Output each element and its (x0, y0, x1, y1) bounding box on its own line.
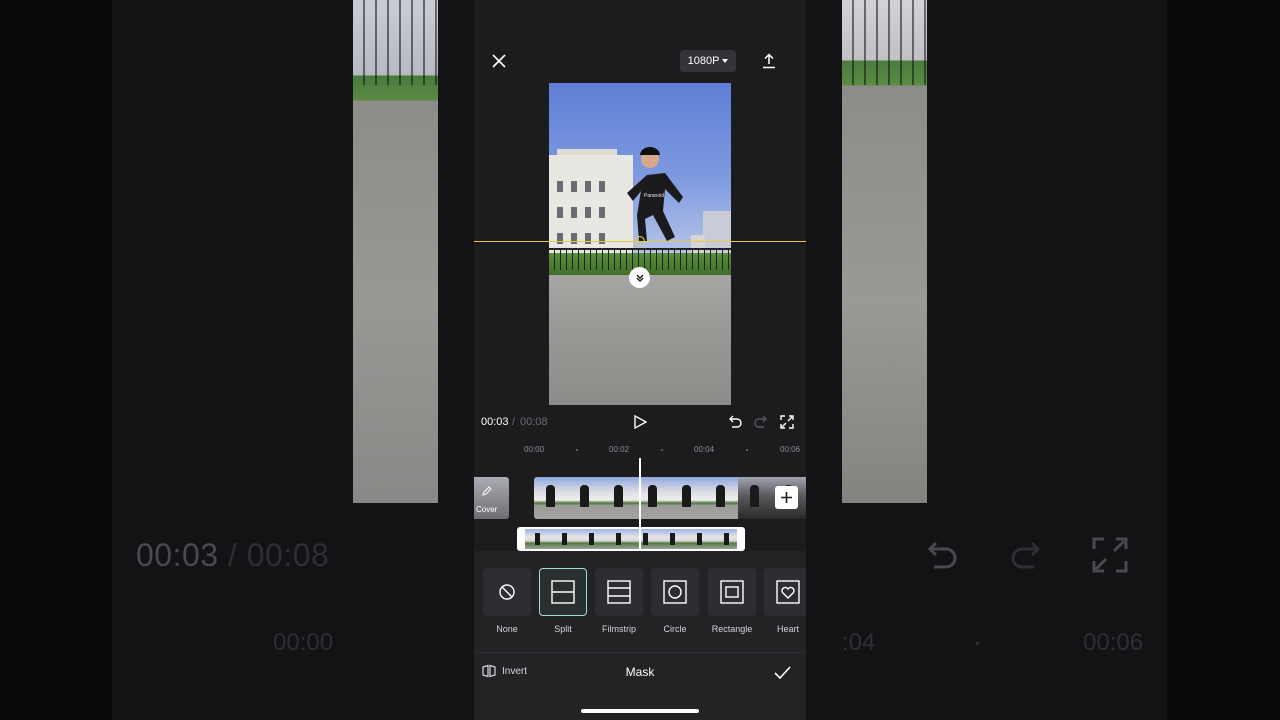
circle-icon (663, 580, 687, 604)
clip-frame (636, 477, 670, 519)
timeline-tick: 00:00 (524, 445, 545, 454)
confirm-button[interactable] (772, 663, 792, 683)
preview-person: Paranoid (627, 147, 683, 241)
clip-frame (704, 477, 738, 519)
video-clip-track[interactable] (534, 477, 806, 519)
mask-rotate-handle[interactable] (634, 236, 645, 247)
backdrop-time: 00:03 / 00:08 (136, 537, 330, 573)
pencil-icon (482, 486, 492, 496)
timeline-dot (661, 449, 663, 451)
backdrop-tick: 00:06 (1083, 629, 1144, 656)
playhead[interactable] (639, 458, 641, 553)
clip-frame (568, 477, 602, 519)
undo-icon (729, 415, 742, 428)
backdrop-redo-icon (1011, 541, 1041, 569)
mask-option-heart[interactable]: Heart (764, 568, 806, 634)
redo-button[interactable] (753, 414, 769, 430)
checkmark-icon (774, 666, 791, 680)
clip-frame (602, 477, 636, 519)
total-time: 00:08 (520, 416, 548, 428)
backdrop-tick: 00:00 (273, 629, 334, 656)
clip-frame (738, 477, 772, 519)
overlay-clip-frames (525, 529, 737, 549)
split-icon (551, 580, 575, 604)
backdrop-photo-right (842, 0, 927, 503)
cover-button[interactable]: Cover (474, 477, 509, 519)
redo-icon (754, 415, 767, 428)
backdrop-icons (922, 535, 1130, 575)
mask-option-label: Heart (776, 624, 799, 634)
undo-button[interactable] (727, 414, 743, 430)
panel-divider (474, 652, 806, 653)
panel-title: Mask (625, 665, 655, 679)
timeline-dot (576, 449, 578, 451)
current-time: 00:03 (481, 416, 509, 428)
resolution-dropdown[interactable]: 1080P (680, 50, 736, 72)
time-separator: / (512, 416, 516, 428)
close-icon (492, 54, 506, 68)
none-icon (499, 584, 515, 600)
clip-frame (670, 477, 704, 519)
double-chevron-down-icon (636, 274, 643, 282)
timeline-tick: 00:06 (780, 445, 801, 454)
fullscreen-button[interactable] (779, 414, 795, 430)
backdrop-tick: :04 (842, 629, 876, 656)
mask-option-label: None (496, 624, 518, 634)
mask-option-label: Filmstrip (602, 624, 636, 634)
play-button[interactable] (632, 414, 648, 430)
feather-handle[interactable] (629, 267, 650, 288)
export-icon (763, 53, 775, 69)
backdrop-undo-icon (927, 541, 957, 569)
plus-icon (781, 492, 792, 503)
close-button[interactable] (488, 50, 510, 72)
caret-down-icon (722, 59, 729, 63)
svg-text:Paranoid: Paranoid (644, 193, 664, 199)
mask-option-split[interactable]: Split (539, 568, 587, 634)
resolution-label: 1080P (687, 55, 720, 67)
heart-icon (776, 580, 800, 604)
mask-option-label: Circle (663, 624, 687, 634)
overlay-clip-track[interactable] (517, 527, 745, 551)
filmstrip-icon (607, 580, 631, 604)
mask-option-circle[interactable]: Circle (651, 568, 699, 634)
preview-ground (549, 273, 731, 405)
mask-option-rectangle[interactable]: Rectangle (708, 568, 756, 634)
backdrop-fullscreen-icon (1092, 537, 1128, 573)
phone-screen: 1080P Paranoid 00:03 / 00:08 00:00 00:02… (474, 0, 806, 720)
mask-option-none[interactable]: None (483, 568, 531, 634)
timeline-tick: 00:02 (609, 445, 630, 454)
backdrop-photo-left (353, 0, 438, 503)
play-icon (634, 414, 648, 430)
timeline-tick: 00:04 (694, 445, 715, 454)
home-indicator (581, 709, 699, 713)
mask-option-label: Split (554, 624, 572, 634)
backdrop-tick: • (975, 635, 980, 651)
mask-option-label: Rectangle (711, 624, 753, 634)
rectangle-icon (720, 580, 744, 604)
add-clip-button[interactable] (775, 486, 798, 509)
timeline-dot (746, 449, 748, 451)
fullscreen-icon (780, 415, 794, 429)
mask-option-filmstrip[interactable]: Filmstrip (595, 568, 643, 634)
clip-frame (534, 477, 568, 519)
export-button[interactable] (760, 50, 778, 72)
cover-label: Cover (476, 505, 498, 514)
